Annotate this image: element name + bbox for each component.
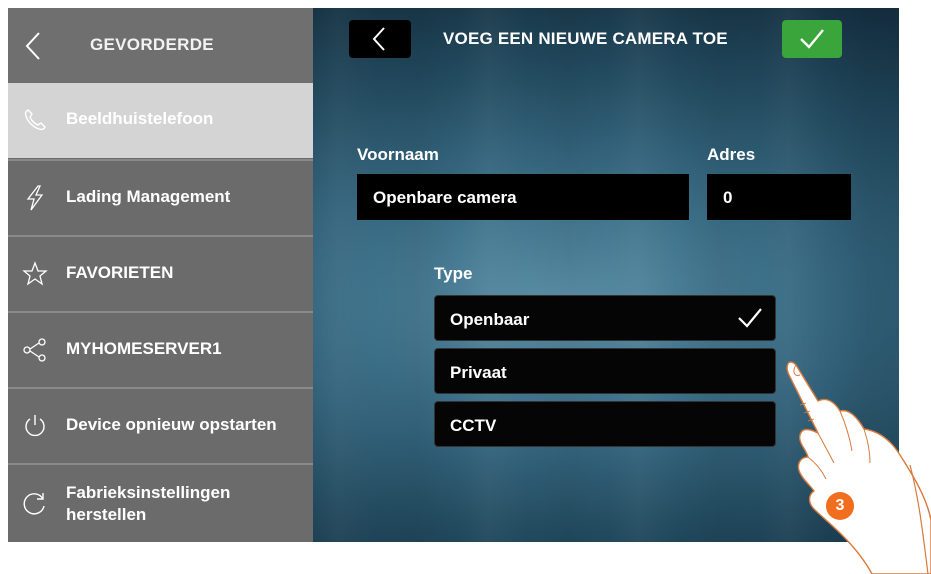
reset-icon xyxy=(23,493,45,515)
sidebar-item-label: Lading Management xyxy=(66,187,231,206)
sidebar-item-favorieten[interactable]: FAVORIETEN xyxy=(8,235,313,310)
name-value: Openbare camera xyxy=(373,188,517,207)
sidebar-item-device-restart[interactable]: Device opnieuw opstarten xyxy=(8,387,313,462)
phone-icon xyxy=(24,109,46,131)
confirm-button[interactable] xyxy=(782,20,842,58)
option-label: Privaat xyxy=(450,363,507,382)
address-value: 0 xyxy=(723,188,733,207)
chevron-left-icon xyxy=(372,27,385,51)
page-title: VOEG EEN NIEUWE CAMERA TOE xyxy=(443,29,728,48)
name-label: Voornaam xyxy=(357,145,439,164)
name-field[interactable]: Openbare camera xyxy=(357,174,689,220)
type-label: Type xyxy=(434,264,473,283)
hand-pointer-illustration xyxy=(786,361,931,574)
checkmark-icon xyxy=(738,308,762,328)
back-button[interactable] xyxy=(349,20,411,58)
sidebar-item-lading-management[interactable]: Lading Management xyxy=(8,159,313,234)
step-badge: 3 xyxy=(826,492,854,520)
sidebar-item-label: Fabrieksinstellingen herstellen xyxy=(66,483,231,524)
option-label: Openbaar xyxy=(450,310,530,329)
share-icon xyxy=(23,338,46,362)
sidebar-item-label: Device opnieuw opstarten xyxy=(66,415,277,434)
sidebar-title: GEVORDERDE xyxy=(90,35,214,54)
chevron-left-icon[interactable] xyxy=(22,30,44,62)
checkmark-icon xyxy=(800,29,824,49)
sidebar-header: GEVORDERDE xyxy=(8,8,313,83)
star-icon xyxy=(22,261,48,286)
address-label: Adres xyxy=(707,145,756,164)
address-field[interactable]: 0 xyxy=(707,174,851,220)
option-label: CCTV xyxy=(450,416,497,435)
type-option-cctv[interactable]: CCTV xyxy=(434,401,776,447)
sidebar-item-label: FAVORIETEN xyxy=(66,263,174,282)
sidebar-item-myhomeserver[interactable]: MYHOMESERVER1 xyxy=(8,311,313,386)
sidebar-item-label: Beeldhuistelefoon xyxy=(66,109,214,128)
sidebar: GEVORDERDE Beeldhuistelefoon Lading Mana… xyxy=(8,8,313,542)
sidebar-item-label: MYHOMESERVER1 xyxy=(66,339,222,358)
type-option-openbaar[interactable]: Openbaar xyxy=(434,295,776,341)
lightning-icon xyxy=(26,185,44,211)
sidebar-item-factory-reset[interactable]: Fabrieksinstellingen herstellen xyxy=(8,463,313,542)
sidebar-item-beeldhuistelefoon[interactable]: Beeldhuistelefoon xyxy=(8,83,313,158)
power-icon xyxy=(25,415,45,437)
type-option-privaat[interactable]: Privaat xyxy=(434,348,776,394)
